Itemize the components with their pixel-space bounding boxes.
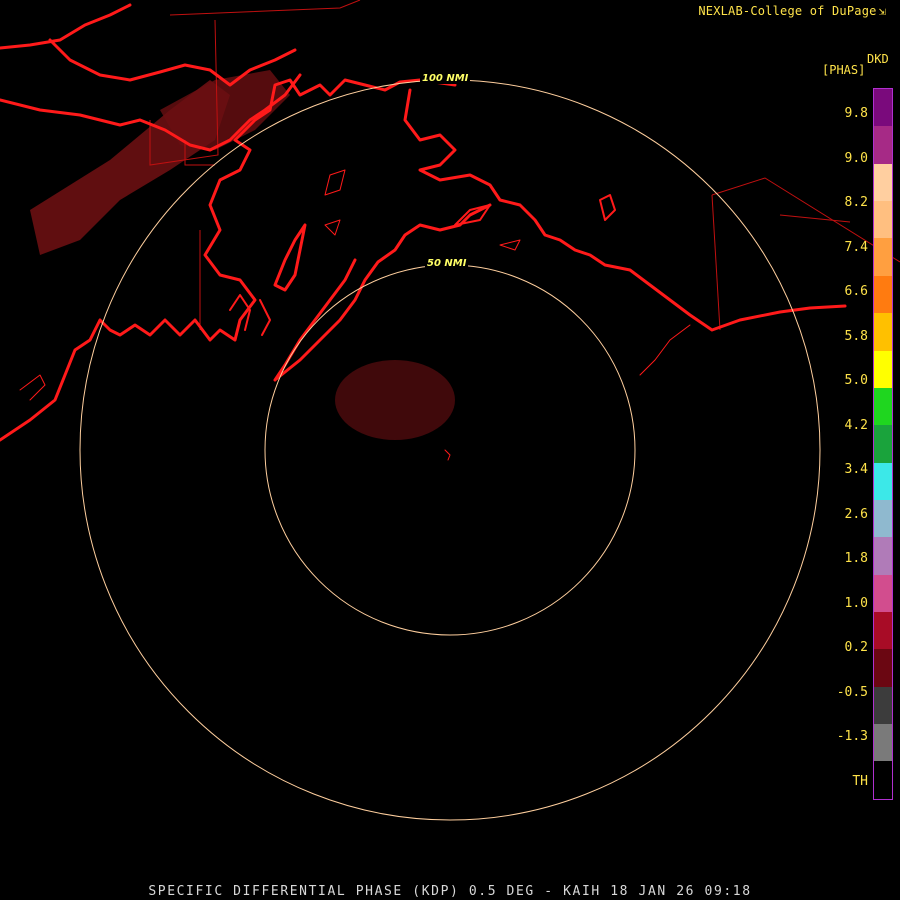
legend-color-segment <box>874 724 892 762</box>
legend-tick-label: 1.8 <box>844 551 868 566</box>
legend-color-segment <box>874 238 892 276</box>
legend-tick-label: 7.4 <box>844 239 868 255</box>
coastline-far-north <box>0 3 297 87</box>
legend-tick-label: 2.6 <box>844 506 868 522</box>
range-ring-label-50: 50 NMI <box>425 258 469 269</box>
legend-tick-label: 4.2 <box>844 417 868 433</box>
legend-color-segment <box>874 126 892 164</box>
legend-color-segment <box>874 649 892 687</box>
legend-color-segment <box>874 761 892 799</box>
legend-tick-label: TH <box>852 773 868 789</box>
range-rings <box>79 79 821 821</box>
radar-map <box>0 0 900 821</box>
legend-tick-label: -0.5 <box>836 684 868 700</box>
legend-color-segment <box>874 499 892 538</box>
legend-color-segment <box>874 425 892 463</box>
legend-tick-label: 5.0 <box>844 373 868 388</box>
legend-color-segment <box>874 275 892 314</box>
credit-text: NEXLAB-College of DuPage <box>698 4 877 18</box>
legend-color-bar <box>873 88 893 800</box>
range-ring-50 <box>264 264 636 636</box>
legend-tick-label: 6.6 <box>844 284 868 299</box>
legend-color-segment <box>874 574 892 613</box>
legend-tick-label: 5.8 <box>844 328 868 344</box>
legend-tick-label: 1.0 <box>844 595 868 611</box>
coastline-fjord <box>229 294 271 336</box>
echo-near-radar <box>335 360 455 440</box>
legend-color-segment <box>874 89 892 127</box>
legend-tick-label: 9.0 <box>844 150 868 166</box>
legend-tick-label: 9.8 <box>844 106 868 121</box>
boundary-line <box>779 214 851 223</box>
legend-color-segment <box>874 350 892 388</box>
product-footer: SPECIFIC DIFFERENTIAL PHASE (KDP) 0.5 DE… <box>148 884 752 899</box>
radar-screen: 50 NMI 100 NMI NEXLAB-College of DuPage ⇲… <box>0 0 900 900</box>
legend-tick-label: 0.2 <box>844 640 868 655</box>
legend-tick-label: 8.2 <box>844 195 868 210</box>
legend-color-segment <box>874 163 892 202</box>
range-ring-100 <box>79 79 821 821</box>
boundary-line <box>711 194 721 331</box>
legend-color-segment <box>874 462 892 500</box>
credit-header: NEXLAB-College of DuPage ⇲ <box>698 4 886 18</box>
legend-color-segment <box>874 537 892 575</box>
legend-color-segment <box>874 387 892 426</box>
legend-color-segment <box>874 313 892 351</box>
arrow-corner-icon[interactable]: ⇲ <box>879 4 886 18</box>
legend-tick-label: 3.4 <box>844 462 868 477</box>
coastline-island <box>273 223 307 292</box>
legend-unit: [PHAS] <box>822 63 866 77</box>
legend-color-segment <box>874 612 892 650</box>
legend-color-segment <box>874 201 892 239</box>
coastline-kenai-south <box>273 203 492 382</box>
range-ring-label-100: 100 NMI <box>420 73 471 84</box>
boundary-line <box>169 0 361 16</box>
legend-color-segment <box>874 686 892 725</box>
legend-tick-label: -1.3 <box>836 729 868 744</box>
legend-product-code: DKD <box>867 52 889 66</box>
